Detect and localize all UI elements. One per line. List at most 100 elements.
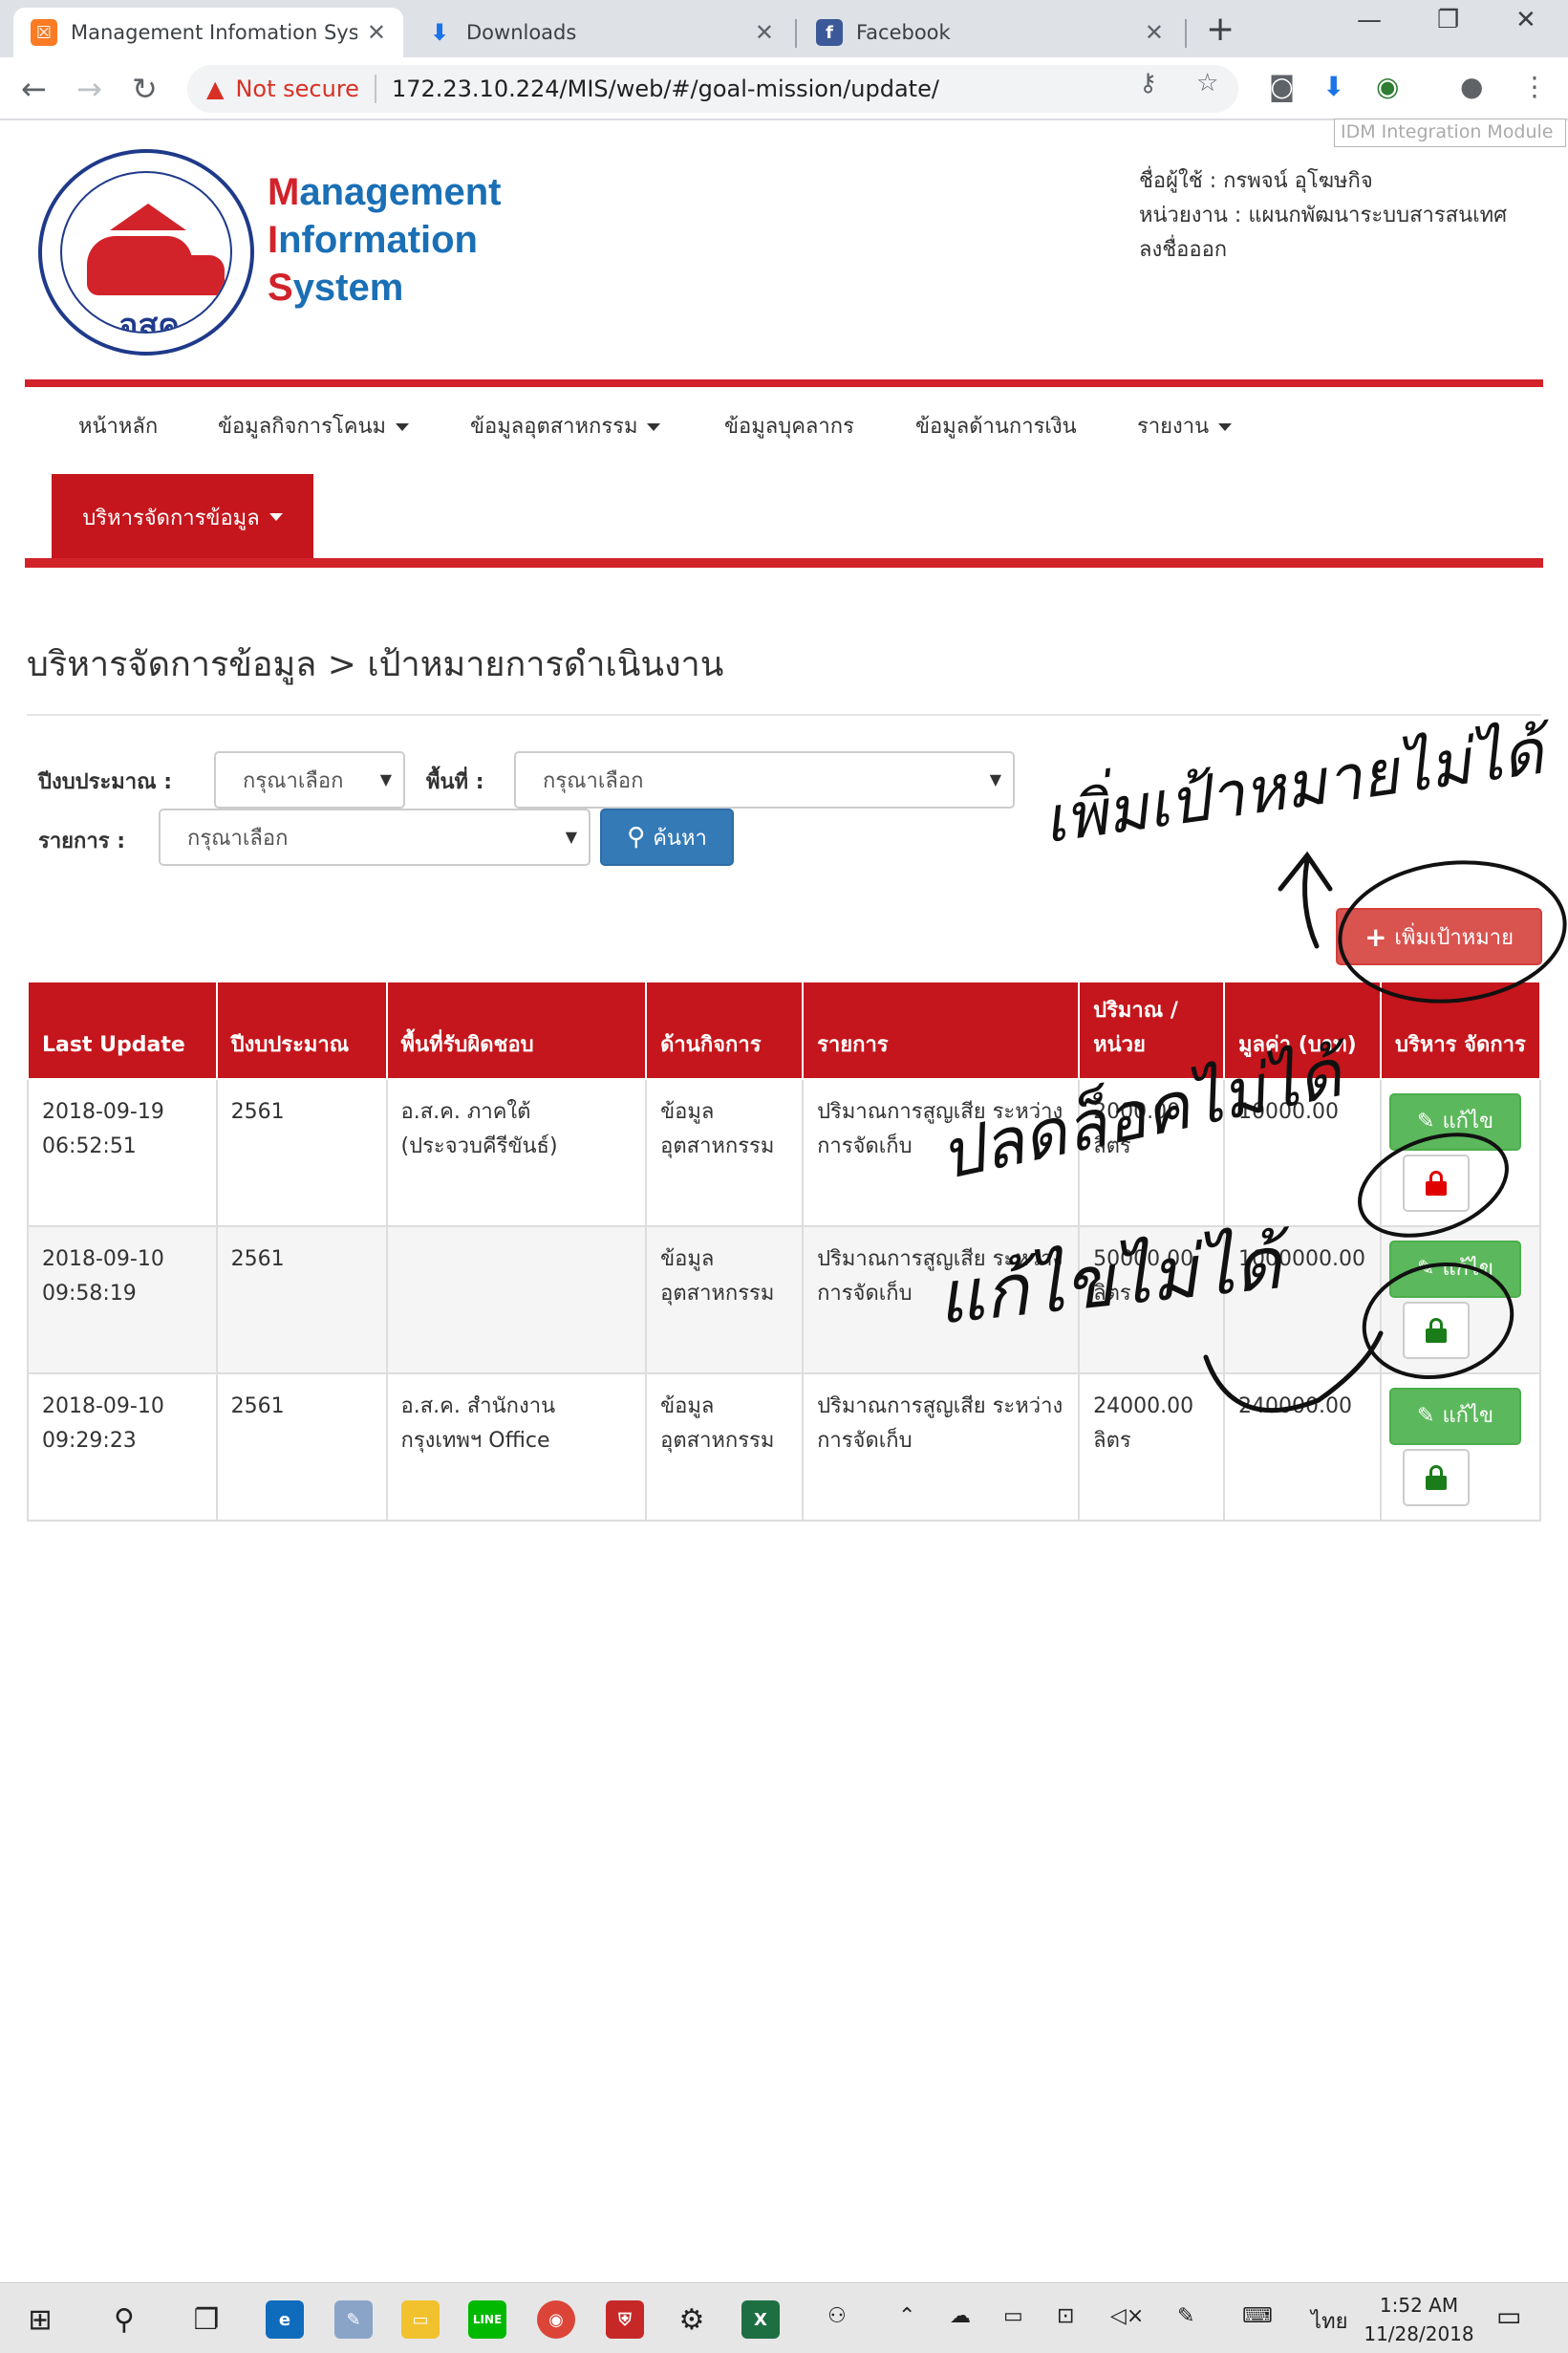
- page-title: บริหารจัดการข้อมูล > เป้าหมายการดำเนินงา…: [27, 645, 724, 684]
- new-tab-button[interactable]: +: [1206, 10, 1235, 49]
- close-tab-icon[interactable]: ✕: [1145, 19, 1164, 46]
- add-goal-button[interactable]: + เพิ่มเป้าหมาย: [1336, 908, 1542, 965]
- logout-link[interactable]: ลงชื่อออก: [1139, 233, 1507, 268]
- task-view-icon[interactable]: ❐: [185, 2299, 227, 2341]
- keyboard-icon[interactable]: ⌨: [1242, 2304, 1273, 2328]
- notification-icon[interactable]: ▭: [1496, 2300, 1521, 2332]
- onedrive-icon[interactable]: ☁: [950, 2304, 971, 2328]
- extension-icon[interactable]: ⬇: [1322, 71, 1344, 102]
- search-icon[interactable]: ⚲: [103, 2299, 145, 2341]
- lock-button[interactable]: [1403, 1302, 1471, 1359]
- nav-item-personnel[interactable]: ข้อมูลบุคลากร: [724, 409, 854, 443]
- dropdown-arrow-icon: ▼: [989, 770, 1001, 788]
- battery-icon[interactable]: ▭: [1003, 2304, 1023, 2328]
- minimize-icon[interactable]: —: [1357, 6, 1382, 34]
- windows-start-icon[interactable]: ⊞: [19, 2299, 61, 2341]
- table-row: 2018-09-10 09:29:23 2561 อ.ส.ค. สำนักงาน…: [27, 1372, 1541, 1522]
- nav-item-home[interactable]: หน้าหลัก: [78, 409, 158, 443]
- user-name: ชื่อผู้ใช้ : กรพจน์ อุโฆษกิจ: [1139, 169, 1373, 193]
- bookmark-star-icon[interactable]: ☆: [1196, 69, 1218, 97]
- nav-item-finance[interactable]: ข้อมูลด้านการเงิน: [915, 409, 1077, 443]
- column-header[interactable]: บริหาร จัดการ: [1380, 981, 1541, 1080]
- user-unit: หน่วยงาน : แผนกพัฒนาระบบสารสนเทศ: [1139, 204, 1508, 227]
- excel-icon[interactable]: X: [740, 2299, 782, 2341]
- forward-icon[interactable]: →: [76, 71, 102, 107]
- camera-icon[interactable]: ◙: [1269, 71, 1295, 102]
- profile-icon[interactable]: ●: [1460, 71, 1483, 102]
- item-select[interactable]: กรุณาเลือก ▼: [159, 809, 591, 866]
- area-select[interactable]: กรุณาเลือก ▼: [514, 751, 1015, 809]
- column-header[interactable]: พื้นที่รับผิดชอบ: [385, 981, 648, 1080]
- browser-toolbar: ← → ↻ ▲ Not secure 172.23.10.224/MIS/web…: [0, 57, 1568, 120]
- restore-icon[interactable]: ❐: [1437, 6, 1459, 34]
- tab-separator: [795, 19, 797, 48]
- edge-icon[interactable]: e: [264, 2299, 306, 2341]
- close-tab-icon[interactable]: ✕: [755, 19, 774, 46]
- close-tab-icon[interactable]: ✕: [367, 19, 386, 46]
- nav-item-industry[interactable]: ข้อมูลอุตสาหกรรม: [470, 409, 661, 443]
- nav-top-border: [25, 379, 1543, 387]
- paint-icon[interactable]: ✎: [333, 2299, 375, 2341]
- security-label[interactable]: Not secure: [235, 76, 358, 102]
- logo[interactable]: อสค: [38, 149, 254, 356]
- column-header[interactable]: Last Update: [27, 981, 218, 1080]
- xampp-icon: ☒: [31, 19, 57, 46]
- people-icon[interactable]: ⚇: [827, 2304, 847, 2328]
- annotation-note-add: เพิ่มเป้าหมายไม่ได้: [1039, 714, 1548, 858]
- lock-icon: [1426, 1465, 1448, 1490]
- back-icon[interactable]: ←: [21, 71, 47, 107]
- address-bar[interactable]: ▲ Not secure 172.23.10.224/MIS/web/#/goa…: [187, 65, 1238, 113]
- cell-year: 2561: [215, 1078, 388, 1227]
- cell-year: 2561: [215, 1372, 388, 1522]
- volume-icon[interactable]: ◁×: [1110, 2304, 1144, 2328]
- edit-button[interactable]: ✎ แก้ไข: [1389, 1241, 1522, 1298]
- column-header[interactable]: รายการ: [802, 981, 1081, 1080]
- cell-category: ข้อมูล อุตสาหกรรม: [645, 1078, 805, 1227]
- show-hidden-icons[interactable]: ⌃: [898, 2304, 915, 2328]
- column-header[interactable]: ด้านกิจการ: [645, 981, 805, 1080]
- line-icon[interactable]: LINE: [466, 2299, 508, 2341]
- logo-text: อสค: [118, 307, 180, 334]
- tab-downloads[interactable]: ⬇ Downloads ✕: [409, 8, 791, 57]
- lock-icon: [1426, 1171, 1448, 1196]
- pen-icon[interactable]: ✎: [1177, 2304, 1194, 2328]
- language-indicator[interactable]: ไทย: [1311, 2304, 1347, 2338]
- search-button[interactable]: ⚲ ค้นหา: [600, 809, 734, 866]
- clock[interactable]: 1:52 AM 11/28/2018: [1357, 2291, 1481, 2348]
- caret-down-icon: [647, 423, 661, 431]
- key-icon[interactable]: ⚷: [1139, 69, 1157, 97]
- separator: [374, 75, 376, 103]
- menu-icon[interactable]: ⋮: [1521, 71, 1548, 102]
- clock-date: 11/28/2018: [1364, 2322, 1474, 2345]
- column-header[interactable]: ปีงบประมาณ: [215, 981, 388, 1080]
- edit-button[interactable]: ✎ แก้ไข: [1389, 1093, 1522, 1151]
- cell-item: ปริมาณการสูญเสีย ระหว่างการจัดเก็บ: [802, 1372, 1081, 1522]
- settings-gear-icon[interactable]: ⚙: [671, 2299, 713, 2341]
- item-label: รายการ :: [38, 830, 126, 853]
- download-icon: ⬇: [429, 19, 450, 46]
- chrome-icon[interactable]: ◉: [535, 2299, 577, 2341]
- unlock-button[interactable]: [1403, 1155, 1471, 1212]
- browser-tabstrip: ☒ Management Infomation Syste ✕ ⬇ Downlo…: [0, 0, 1568, 57]
- tab-title: Downloads: [466, 21, 577, 44]
- network-icon[interactable]: ⊡: [1057, 2304, 1074, 2328]
- facebook-icon: f: [816, 19, 843, 46]
- caret-down-icon: [268, 513, 283, 521]
- year-select[interactable]: กรุณาเลือก ▼: [214, 751, 405, 809]
- nav-item-dairy[interactable]: ข้อมูลกิจการโคนม: [218, 409, 410, 443]
- site-title: Management Information System: [268, 168, 502, 312]
- reload-icon[interactable]: ↻: [132, 71, 158, 107]
- shield-app-icon[interactable]: ⛨: [604, 2299, 646, 2341]
- idm-extension-icon[interactable]: ◉: [1376, 71, 1399, 102]
- nav-item-report[interactable]: รายงาน: [1137, 409, 1233, 443]
- dropdown-arrow-icon: ▼: [379, 770, 392, 788]
- file-explorer-icon[interactable]: ▭: [399, 2299, 441, 2341]
- tab-facebook[interactable]: f Facebook ✕: [799, 8, 1181, 57]
- close-window-icon[interactable]: ✕: [1515, 6, 1536, 34]
- url-text[interactable]: 172.23.10.224/MIS/web/#/goal-mission/upd…: [392, 76, 939, 102]
- edit-button[interactable]: ✎ แก้ไข: [1389, 1388, 1522, 1445]
- lock-button[interactable]: [1403, 1449, 1471, 1506]
- idm-tooltip: IDM Integration Module: [1334, 119, 1566, 147]
- tab-mis[interactable]: ☒ Management Infomation Syste ✕: [13, 8, 403, 57]
- nav-item-data-management[interactable]: บริหารจัดการข้อมูล: [52, 474, 313, 560]
